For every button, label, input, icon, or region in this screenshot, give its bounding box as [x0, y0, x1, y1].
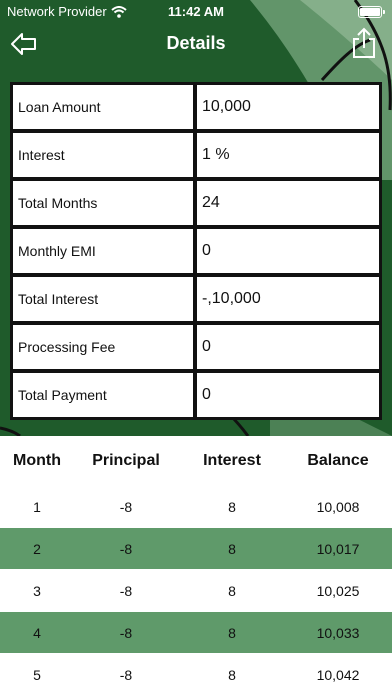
interest-cell: 8: [228, 667, 236, 683]
detail-label: Monthly EMI: [13, 229, 193, 273]
column-header-principal: Principal: [92, 452, 160, 469]
battery-icon: [358, 6, 385, 18]
details-header-background: Network Provider 11:42 AM Details Loan A…: [0, 0, 392, 436]
detail-row-total-payment: Total Payment 0: [13, 373, 379, 417]
navigation-bar: Details: [0, 22, 392, 66]
balance-cell: 10,033: [316, 625, 360, 641]
principal-cell: -8: [119, 667, 133, 683]
principal-cell: -8: [119, 541, 133, 557]
page-title: Details: [166, 33, 226, 53]
principal-cell: -8: [119, 499, 133, 515]
status-bar: Network Provider 11:42 AM: [0, 0, 392, 22]
column-header-balance: Balance: [307, 452, 369, 469]
schedule-row: 2 -8 8 10,017: [0, 528, 392, 569]
month-cell: 2: [33, 541, 41, 557]
balance-cell: 10,025: [316, 583, 360, 599]
month-cell: 4: [33, 625, 41, 641]
schedule-row: 4 -8 8 10,033: [0, 612, 392, 653]
detail-row-processing-fee: Processing Fee 0: [13, 325, 379, 369]
detail-row-total-months: Total Months 24: [13, 181, 379, 225]
detail-row-total-interest: Total Interest -,10,000: [13, 277, 379, 321]
principal-cell: -8: [119, 625, 133, 641]
detail-row-loan-amount: Loan Amount 10,000: [13, 85, 379, 129]
detail-value: 24: [197, 181, 379, 225]
share-icon[interactable]: [350, 26, 378, 60]
status-time: 11:42 AM: [168, 4, 224, 19]
column-header-month: Month: [13, 452, 61, 469]
loan-details-table: Loan Amount 10,000 Interest 1 % Total Mo…: [10, 82, 382, 420]
month-cell: 3: [33, 583, 41, 599]
balance-cell: 10,042: [316, 667, 360, 683]
detail-label: Loan Amount: [13, 85, 193, 129]
detail-value: -,10,000: [197, 277, 379, 321]
detail-label: Processing Fee: [13, 325, 193, 369]
schedule-row: 1 -8 8 10,008: [0, 486, 392, 527]
interest-cell: 8: [228, 583, 236, 599]
balance-cell: 10,008: [316, 499, 360, 515]
interest-cell: 8: [228, 625, 236, 641]
month-cell: 5: [33, 667, 41, 683]
interest-cell: 8: [228, 499, 236, 515]
detail-value: 1 %: [197, 133, 379, 177]
schedule-header: Month Principal Interest Balance: [0, 436, 392, 486]
detail-row-interest: Interest 1 %: [13, 133, 379, 177]
principal-cell: -8: [119, 583, 133, 599]
schedule-row: 3 -8 8 10,025: [0, 570, 392, 611]
detail-value: 10,000: [197, 85, 379, 129]
interest-cell: 8: [228, 541, 236, 557]
detail-label: Interest: [13, 133, 193, 177]
detail-label: Total Months: [13, 181, 193, 225]
detail-label: Total Payment: [13, 373, 193, 417]
column-header-interest: Interest: [203, 452, 261, 469]
detail-row-monthly-emi: Monthly EMI 0: [13, 229, 379, 273]
detail-value: 0: [197, 325, 379, 369]
month-cell: 1: [33, 499, 41, 515]
detail-value: 0: [197, 229, 379, 273]
schedule-row: 5 -8 8 10,042: [0, 654, 392, 695]
detail-value: 0: [197, 373, 379, 417]
detail-label: Total Interest: [13, 277, 193, 321]
balance-cell: 10,017: [316, 541, 360, 557]
